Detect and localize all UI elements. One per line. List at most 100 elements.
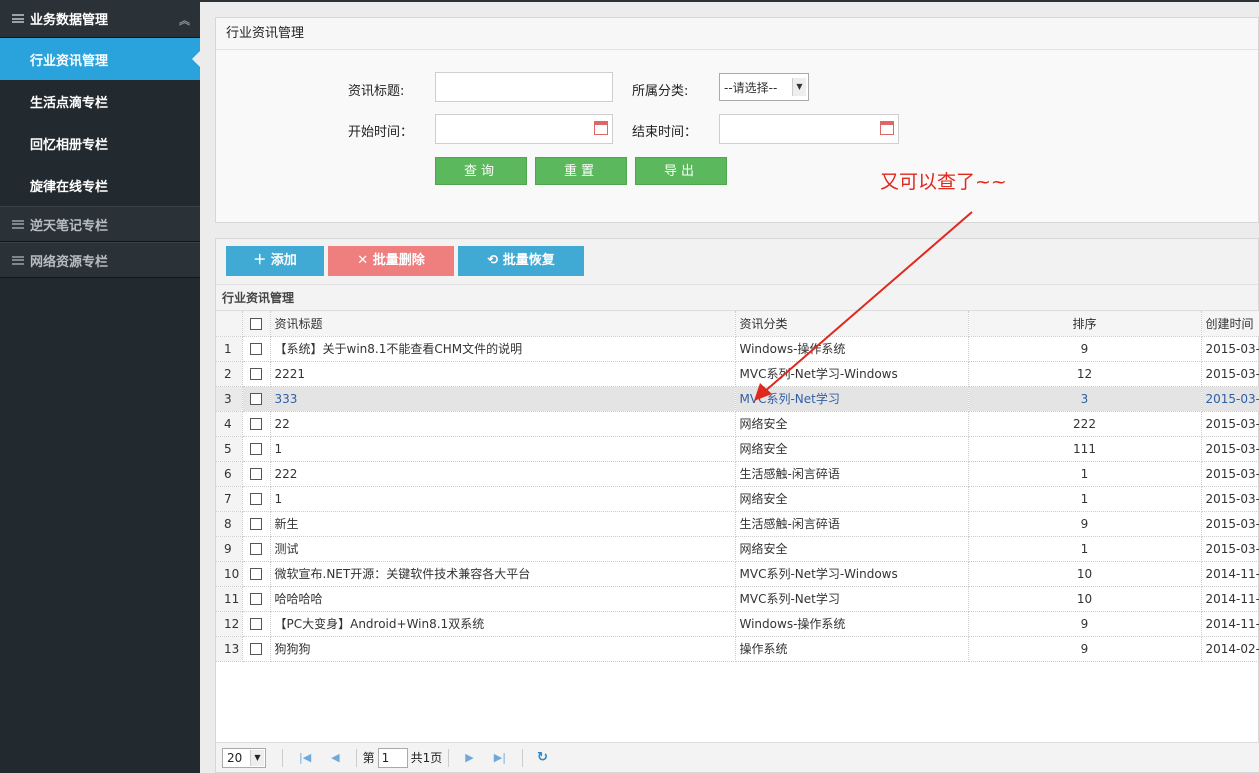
row-checkbox[interactable] bbox=[250, 468, 262, 480]
column-header-created[interactable]: 创建时间 bbox=[1201, 311, 1259, 337]
row-checkbox-cell[interactable] bbox=[242, 536, 271, 562]
grid-body: 1 【系统】关于win8.1不能查看CHM文件的说明 Windows-操作系统 9 20… bbox=[216, 336, 1259, 662]
export-button[interactable]: 导出 bbox=[635, 157, 727, 185]
row-checkbox[interactable] bbox=[250, 643, 262, 655]
menu-group-label: 网络资源专栏 bbox=[30, 254, 109, 270]
row-checkbox[interactable] bbox=[250, 343, 262, 355]
menu-group-business[interactable]: 业务数据管理 ︽ bbox=[0, 0, 200, 38]
menu-lines-icon bbox=[12, 14, 24, 23]
row-checkbox[interactable] bbox=[250, 618, 262, 630]
cell-order: 10 bbox=[968, 586, 1202, 612]
row-number: 3 bbox=[216, 386, 243, 412]
sidebar-item-life[interactable]: 生活点滴专栏 bbox=[0, 80, 200, 122]
row-checkbox-cell[interactable] bbox=[242, 411, 271, 437]
first-page-icon[interactable]: |◀ bbox=[299, 751, 311, 764]
end-time-input[interactable] bbox=[719, 114, 899, 144]
row-checkbox[interactable] bbox=[250, 493, 262, 505]
data-grid: 资讯标题 资讯分类 排序 创建时间 1 【系统】关于win8.1不能查看CHM文件… bbox=[216, 311, 1259, 662]
table-row[interactable]: 10 微软宣布.NET开源：关键软件技术兼容各大平台 MVC系列-Net学习-Win… bbox=[216, 561, 1259, 587]
cell-title: 新生 bbox=[270, 511, 736, 537]
next-page-icon[interactable]: ▶ bbox=[465, 751, 473, 764]
add-button-label: 添加 bbox=[270, 253, 297, 268]
pager-divider bbox=[521, 748, 523, 767]
cell-category: 操作系统 bbox=[735, 636, 969, 662]
row-checkbox[interactable] bbox=[250, 568, 262, 580]
calendar-icon[interactable] bbox=[594, 121, 608, 135]
sidebar-item-label: 生活点滴专栏 bbox=[30, 95, 109, 111]
row-checkbox-cell[interactable] bbox=[242, 336, 271, 362]
table-row[interactable]: 4 22 网络安全 222 2015-03- bbox=[216, 411, 1259, 437]
row-checkbox-cell[interactable] bbox=[242, 386, 271, 412]
column-header-order[interactable]: 排序 bbox=[968, 311, 1202, 337]
cell-created: 2015-03- bbox=[1201, 486, 1259, 512]
pager-divider bbox=[448, 748, 450, 767]
menu-group-resources[interactable]: 网络资源专栏 bbox=[0, 242, 200, 278]
cell-category: 网络安全 bbox=[735, 436, 969, 462]
prev-page-icon[interactable]: ◀ bbox=[331, 751, 339, 764]
row-checkbox[interactable] bbox=[250, 593, 262, 605]
title-input[interactable] bbox=[435, 72, 613, 102]
cell-order: 12 bbox=[968, 361, 1202, 387]
row-checkbox-cell[interactable] bbox=[242, 636, 271, 662]
table-row[interactable]: 9 测试 网络安全 1 2015-03- bbox=[216, 536, 1259, 562]
category-select[interactable]: --请选择-- ▼ bbox=[719, 73, 809, 101]
table-row[interactable]: 8 新生 生活感触-闲言碎语 9 2015-03- bbox=[216, 511, 1259, 537]
table-row[interactable]: 1 【系统】关于win8.1不能查看CHM文件的说明 Windows-操作系统 9 20… bbox=[216, 336, 1259, 362]
select-all-checkbox-cell[interactable] bbox=[242, 311, 271, 337]
cell-title: 222 bbox=[270, 461, 736, 487]
query-button[interactable]: 查询 bbox=[435, 157, 527, 185]
row-checkbox-cell[interactable] bbox=[242, 561, 271, 587]
plus-icon: ＋ bbox=[253, 253, 267, 268]
page-number-input[interactable]: 1 bbox=[377, 747, 408, 768]
row-checkbox[interactable] bbox=[250, 443, 262, 455]
row-checkbox-cell[interactable] bbox=[242, 461, 271, 487]
row-checkbox-cell[interactable] bbox=[242, 486, 271, 512]
row-number: 5 bbox=[216, 436, 243, 462]
sidebar-item-industry-news[interactable]: 行业资讯管理 bbox=[0, 38, 200, 80]
row-checkbox[interactable] bbox=[250, 518, 262, 530]
table-row[interactable]: 12 【PC大变身】Android+Win8.1双系统 Windows-操作系统 9 2… bbox=[216, 611, 1259, 637]
sidebar-item-album[interactable]: 回忆相册专栏 bbox=[0, 122, 200, 164]
add-button[interactable]: ＋ 添加 bbox=[226, 246, 324, 276]
sidebar-item-music[interactable]: 旋律在线专栏 bbox=[0, 164, 200, 206]
search-panel: 行业资讯管理 资讯标题: 所属分类: --请选择-- ▼ 开始时间： 结束时间：… bbox=[215, 17, 1259, 223]
column-header-category[interactable]: 资讯分类 bbox=[735, 311, 969, 337]
row-checkbox[interactable] bbox=[250, 543, 262, 555]
row-number: 2 bbox=[216, 361, 243, 387]
table-row[interactable]: 13 狗狗狗 操作系统 9 2014-02- bbox=[216, 636, 1259, 662]
reset-button[interactable]: 重置 bbox=[535, 157, 627, 185]
page-size-select[interactable]: 20 ▼ bbox=[222, 747, 266, 768]
table-row[interactable]: 6 222 生活感触-闲言碎语 1 2015-03- bbox=[216, 461, 1259, 487]
table-row[interactable]: 5 1 网络安全 111 2015-03- bbox=[216, 436, 1259, 462]
last-page-icon[interactable]: ▶| bbox=[494, 751, 506, 764]
table-row[interactable]: 2 2221 MVC系列-Net学习-Windows 12 2015-03- bbox=[216, 361, 1259, 387]
batch-restore-button[interactable]: ⟲ 批量恢复 bbox=[458, 246, 584, 276]
row-number-header bbox=[216, 311, 243, 337]
cell-category: MVC系列-Net学习-Windows bbox=[735, 561, 969, 587]
row-checkbox-cell[interactable] bbox=[242, 611, 271, 637]
row-checkbox-cell[interactable] bbox=[242, 586, 271, 612]
cell-category: MVC系列-Net学习 bbox=[735, 586, 969, 612]
chevron-up-icon[interactable]: ︽ bbox=[179, 12, 190, 28]
column-header-title[interactable]: 资讯标题 bbox=[270, 311, 736, 337]
row-checkbox[interactable] bbox=[250, 393, 262, 405]
row-checkbox-cell[interactable] bbox=[242, 436, 271, 462]
row-number: 13 bbox=[216, 636, 243, 662]
row-checkbox-cell[interactable] bbox=[242, 511, 271, 537]
batch-delete-button[interactable]: ✕ 批量删除 bbox=[328, 246, 454, 276]
select-all-checkbox[interactable] bbox=[250, 317, 262, 330]
start-time-label: 开始时间： bbox=[348, 125, 414, 140]
cell-category: MVC系列-Net学习 bbox=[735, 386, 969, 412]
calendar-icon[interactable] bbox=[880, 121, 894, 135]
start-time-input[interactable] bbox=[435, 114, 613, 144]
refresh-icon[interactable]: ↻ bbox=[537, 750, 548, 765]
row-checkbox-cell[interactable] bbox=[242, 361, 271, 387]
cell-title: 微软宣布.NET开源：关键软件技术兼容各大平台 bbox=[270, 561, 736, 587]
cell-category: 生活感触-闲言碎语 bbox=[735, 511, 969, 537]
table-row[interactable]: 11 哈哈哈哈 MVC系列-Net学习 10 2014-11- bbox=[216, 586, 1259, 612]
row-checkbox[interactable] bbox=[250, 418, 262, 430]
table-row[interactable]: 3 333 MVC系列-Net学习 3 2015-03- bbox=[216, 386, 1259, 412]
menu-group-notes[interactable]: 逆天笔记专栏 bbox=[0, 206, 200, 242]
row-checkbox[interactable] bbox=[250, 368, 262, 380]
table-row[interactable]: 7 1 网络安全 1 2015-03- bbox=[216, 486, 1259, 512]
